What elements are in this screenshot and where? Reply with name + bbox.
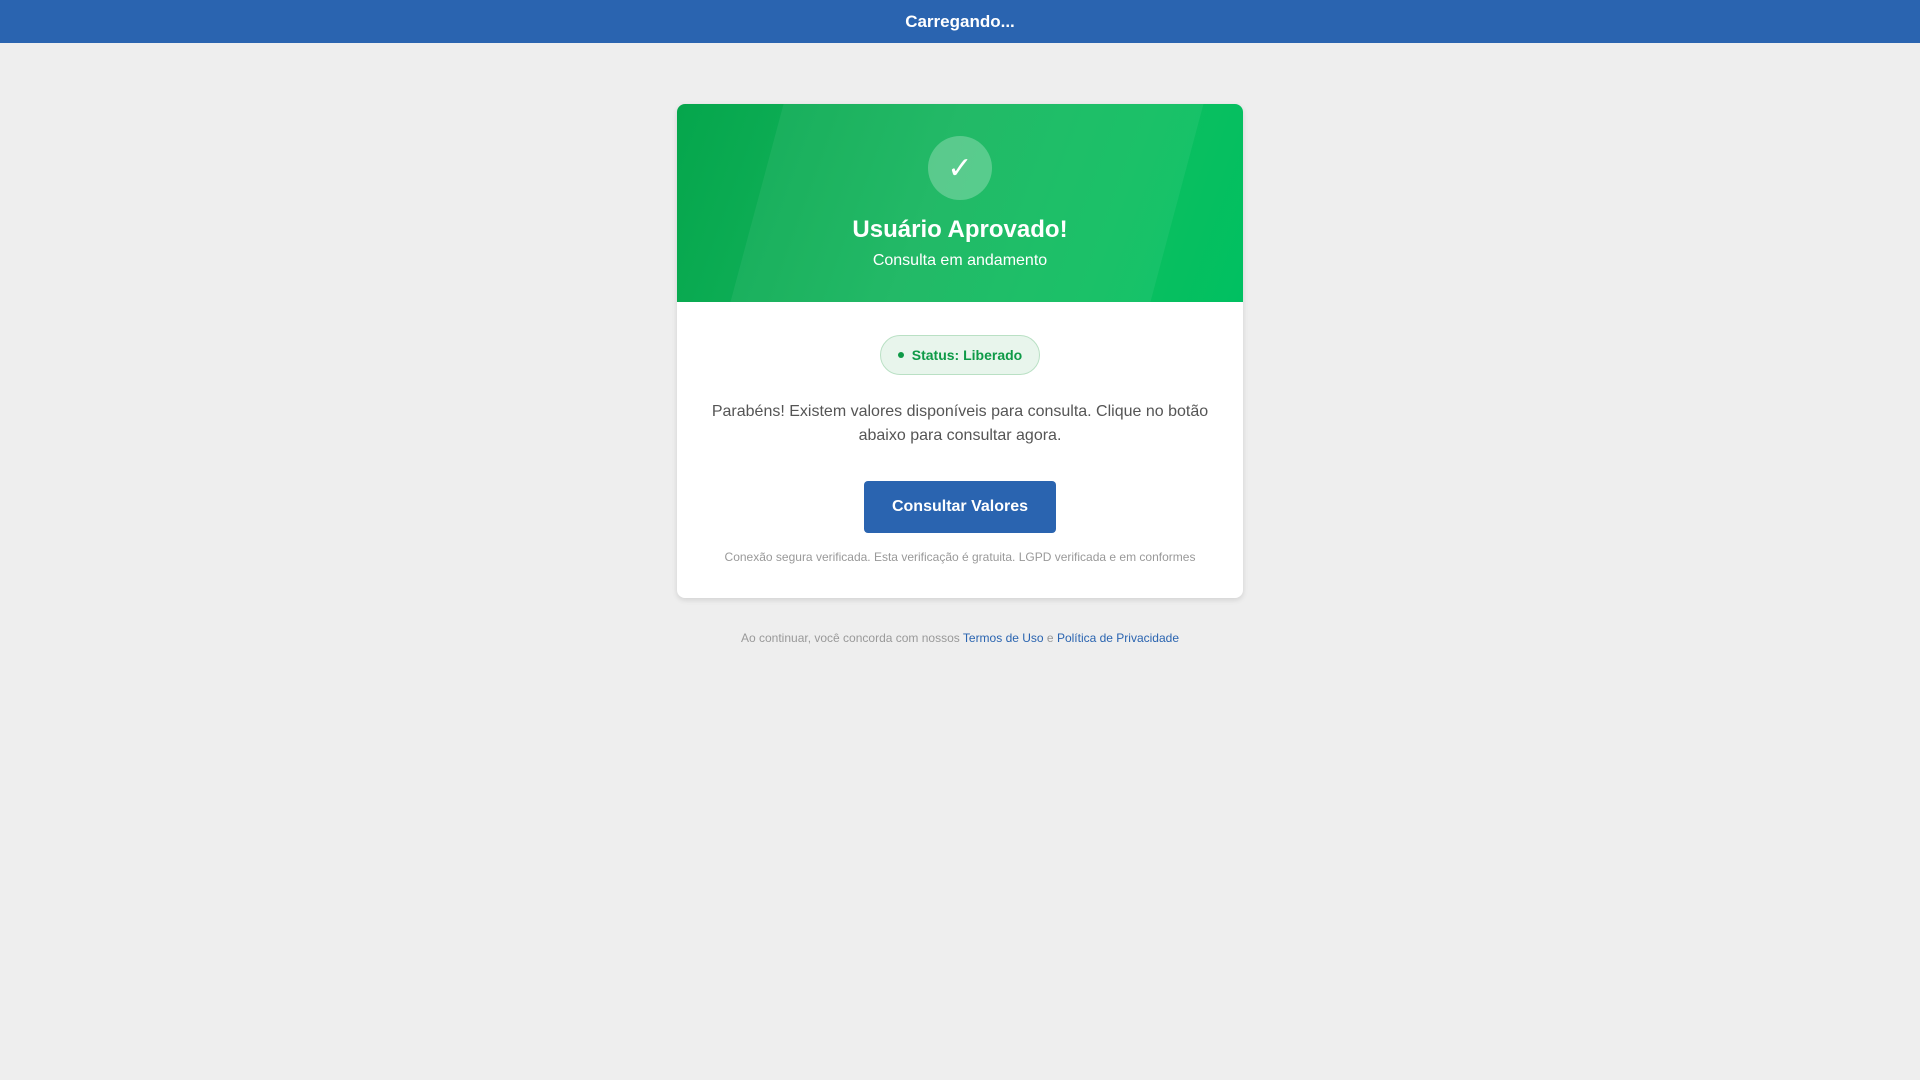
approval-card: ✓ Usuário Aprovado! Consulta em andament… xyxy=(677,104,1243,598)
footer-consent: Ao continuar, você concorda com nossos T… xyxy=(0,631,1920,645)
checkmark-icon: ✓ xyxy=(928,136,992,200)
top-bar-title: Carregando... xyxy=(905,11,1015,31)
info-message: Parabéns! Existem valores disponíveis pa… xyxy=(711,403,1209,444)
footer-prefix: Ao continuar, você concorda com nossos xyxy=(740,631,963,645)
status-badge: Status: Liberado xyxy=(880,335,1040,375)
secure-connection-note: Conexão segura verificada. Esta verifica… xyxy=(724,550,1196,564)
footer-conjunction: e xyxy=(1043,631,1057,645)
status-dot-icon xyxy=(897,352,904,358)
card-title: Usuário Aprovado! xyxy=(852,216,1068,243)
card-subtitle: Consulta em andamento xyxy=(872,252,1048,269)
card-header: ✓ Usuário Aprovado! Consulta em andament… xyxy=(677,104,1243,302)
header-decoration xyxy=(730,104,1204,302)
status-label: Status: Liberado xyxy=(911,347,1023,363)
top-bar: Carregando... xyxy=(0,0,1920,43)
privacy-policy-link[interactable]: Política de Privacidade xyxy=(1057,631,1179,645)
consultar-valores-button[interactable]: Consultar Valores xyxy=(864,481,1056,533)
terms-of-use-link[interactable]: Termos de Uso xyxy=(963,631,1044,645)
